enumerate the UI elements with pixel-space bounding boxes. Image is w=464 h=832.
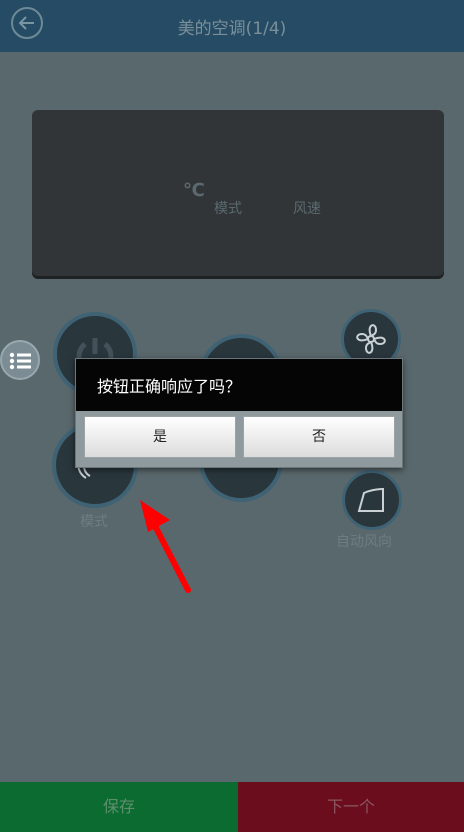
display-wind-label: 风速 [293,201,321,217]
auto-wind-button[interactable] [342,470,402,530]
next-button[interactable]: 下一个 [238,782,464,832]
dialog-header: 按钮正确响应了吗？ [76,359,402,411]
list-icon [9,352,31,370]
confirm-dialog: 按钮正确响应了吗？ 是 否 [75,358,403,468]
status-display [32,110,444,276]
wind-direction-icon [357,487,384,512]
display-mode-label: 模式 [214,201,242,217]
auto-wind-label: 自动风向 [336,534,392,550]
no-button[interactable]: 否 [243,416,395,458]
mode-button-label: 模式 [80,514,108,530]
dialog-message: 按钮正确响应了吗？ [97,377,242,396]
temperature-unit: ℃ [183,180,205,201]
save-button[interactable]: 保存 [0,782,238,832]
page-title: 美的空调(1/4) [177,19,287,39]
floating-menu-button[interactable] [0,340,40,380]
yes-button[interactable]: 是 [84,416,236,458]
top-bar: 美的空调(1/4) [0,0,464,52]
annotation-arrow-icon [140,500,191,593]
